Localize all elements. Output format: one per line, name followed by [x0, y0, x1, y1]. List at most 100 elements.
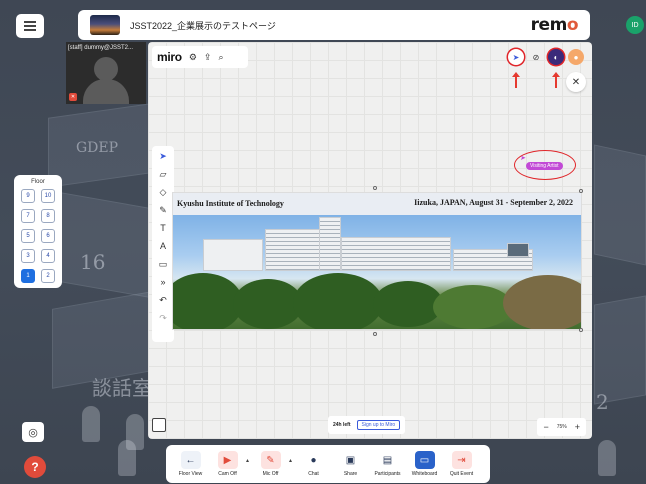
bottom-toolbar: ← Floor View ▶ Cam Off ▴ ✎ Mic Off ▴ ● C… — [166, 445, 490, 483]
cursor-share-icon[interactable]: ➤ — [508, 49, 524, 65]
bg-room-tile — [60, 192, 150, 298]
floor-button-1[interactable]: 1 — [21, 269, 35, 283]
participants-button[interactable]: ▤ Participants — [369, 447, 406, 481]
resize-handle[interactable] — [579, 189, 583, 193]
miro-tool-strip: ➤ ▱ ◇ ✎ T A ▭ » ↶ ↷ — [152, 146, 174, 342]
zoom-in-button[interactable]: + — [575, 422, 580, 432]
bg-label-gdep: GDEP — [76, 140, 119, 156]
text-tool-icon[interactable]: T — [156, 222, 170, 234]
floor-button-5[interactable]: 5 — [21, 229, 35, 243]
close-whiteboard-button[interactable]: ✕ — [566, 72, 586, 92]
screen-share-icon: ▣ — [345, 454, 356, 466]
participants-icon: ▤ — [382, 454, 393, 466]
annotation-arrow-icon — [512, 72, 520, 88]
annotation-arrow-icon — [552, 72, 560, 88]
floor-button-6[interactable]: 6 — [41, 229, 55, 243]
participant-video-tile[interactable]: [staff] dummy@JSST2... ✕ — [66, 42, 146, 104]
floor-button-9[interactable]: 9 — [21, 189, 35, 203]
chat-button[interactable]: ● Chat — [295, 447, 332, 481]
miro-logo: miro — [157, 50, 182, 64]
collaborator-avatar-icon[interactable]: ● — [568, 49, 584, 65]
bg-tree — [82, 406, 100, 442]
select-tool-icon[interactable]: ➤ — [156, 150, 170, 162]
search-icon[interactable]: ⌕ — [218, 52, 223, 63]
collaborator-cursor-label: Visiting Artist — [526, 162, 563, 170]
photo-building — [319, 217, 341, 271]
floor-button-2[interactable]: 2 — [41, 269, 55, 283]
whiteboard-button[interactable]: ▭ Whiteboard — [406, 447, 443, 481]
exit-icon: ⇥ — [451, 451, 472, 469]
mic-off-icon: ✕ — [69, 93, 77, 101]
floor-button-8[interactable]: 8 — [41, 209, 55, 223]
miro-signup-bar: 24h left Sign up to Miro — [328, 416, 406, 434]
bg-label-2: 2 — [596, 390, 609, 414]
menu-button[interactable] — [16, 14, 44, 38]
cam-off-label: Cam Off — [218, 471, 237, 477]
avatar-silhouette-body — [83, 79, 129, 104]
photo-building — [265, 229, 325, 271]
floor-grid: 9 10 7 8 5 6 3 4 1 2 — [19, 189, 57, 283]
bg-label-16: 16 — [80, 250, 106, 274]
banner-left-text: Kyushu Institute of Technology — [177, 199, 284, 208]
photo-building — [203, 239, 263, 271]
locate-me-button[interactable]: ◎ — [22, 422, 44, 442]
board-image-banner[interactable]: Kyushu Institute of Technology Iizuka, J… — [172, 192, 582, 330]
floor-button-10[interactable]: 10 — [41, 189, 55, 203]
quit-event-button[interactable]: ⇥ Quit Event — [443, 447, 480, 481]
quit-event-label: Quit Event — [449, 471, 474, 477]
visibility-off-icon[interactable]: ⊘ — [528, 49, 544, 65]
collaboration-bar: ➤ ⊘ ◐ ● — [508, 46, 584, 68]
shapes-icon[interactable]: ◇ — [156, 186, 170, 198]
pen-icon[interactable]: ✎ — [156, 204, 170, 216]
floor-title: Floor — [31, 179, 45, 185]
banner-right-text: Iizuka, JAPAN, August 31 - September 2, … — [414, 198, 573, 207]
signup-miro-button[interactable]: Sign up to Miro — [356, 420, 401, 430]
resize-handle[interactable] — [373, 186, 377, 190]
undo-icon[interactable]: ↶ — [156, 294, 170, 306]
bg-room-tile — [594, 144, 646, 266]
time-left-text: 24h left — [333, 422, 351, 428]
participants-label: Participants — [374, 471, 401, 477]
mic-off-button[interactable]: ✎ Mic Off — [252, 447, 289, 481]
campus-photo — [173, 215, 581, 329]
bg-tree — [598, 440, 616, 476]
floor-view-button[interactable]: ← Floor View — [172, 447, 209, 481]
floor-button-7[interactable]: 7 — [21, 209, 35, 223]
share-label: Share — [343, 471, 358, 477]
font-icon[interactable]: A — [156, 240, 170, 252]
bg-room-tile — [594, 295, 646, 405]
share-button[interactable]: ▣ Share — [332, 447, 369, 481]
more-tools-icon[interactable]: » — [156, 276, 170, 288]
user-avatar-icon[interactable]: ◐ — [548, 49, 564, 65]
upload-icon[interactable]: ⇪ — [204, 52, 212, 63]
user-avatar[interactable]: ID — [626, 16, 644, 34]
chat-label: Chat — [308, 471, 319, 477]
help-button[interactable]: ? — [24, 456, 46, 478]
floor-button-4[interactable]: 4 — [41, 249, 55, 263]
photo-tree — [293, 273, 383, 329]
redo-icon[interactable]: ↷ — [156, 312, 170, 324]
resize-handle[interactable] — [373, 332, 377, 336]
sticky-note-icon[interactable]: ▱ — [156, 168, 170, 180]
zoom-level: 75% — [556, 424, 567, 430]
chat-icon: ● — [310, 454, 317, 466]
photo-tree — [433, 285, 513, 329]
floor-selector: Floor 9 10 7 8 5 6 3 4 1 2 — [14, 175, 62, 288]
cam-off-button[interactable]: ▶ Cam Off — [209, 447, 246, 481]
panel-toggle-icon[interactable] — [152, 418, 166, 432]
comment-icon[interactable]: ▭ — [156, 258, 170, 270]
whiteboard-icon: ▭ — [414, 451, 435, 469]
settings-gear-icon[interactable]: ⚙ — [189, 52, 197, 63]
avatar-silhouette-head — [94, 57, 118, 81]
zoom-out-button[interactable]: − — [543, 422, 548, 432]
floor-view-label: Floor View — [178, 471, 203, 477]
miro-toolbar: miro ⚙ ⇪ ⌕ — [152, 46, 248, 68]
collaborator-cursor-icon: ➤ — [520, 155, 526, 162]
resize-handle[interactable] — [579, 328, 583, 332]
event-title: JSST2022_企業展示のテストページ — [130, 20, 276, 31]
participant-name: [staff] dummy@JSST2... — [68, 45, 133, 51]
hamburger-icon — [24, 21, 36, 31]
miro-whiteboard[interactable]: miro ⚙ ⇪ ⌕ ➤ ⊘ ◐ ● ✕ ➤ ▱ ◇ ✎ T A ▭ » ↶ ↷… — [148, 42, 592, 439]
floor-button-3[interactable]: 3 — [21, 249, 35, 263]
event-thumbnail — [90, 15, 120, 35]
